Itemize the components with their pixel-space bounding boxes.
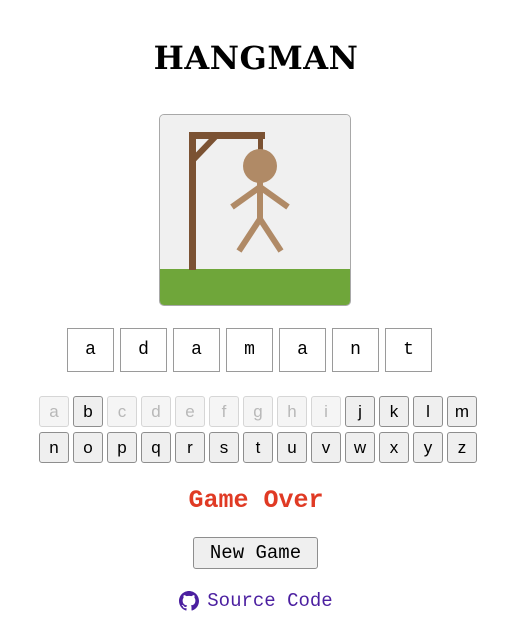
key-r[interactable]: r — [175, 432, 205, 463]
source-code-label: Source Code — [207, 590, 333, 612]
grass — [160, 269, 350, 305]
hangman-drawing — [159, 114, 351, 306]
word-letter: n — [332, 328, 379, 372]
key-d: d — [141, 396, 171, 427]
gallows-svg — [160, 115, 350, 305]
key-q[interactable]: q — [141, 432, 171, 463]
key-j[interactable]: j — [345, 396, 375, 427]
key-g: g — [243, 396, 273, 427]
key-x[interactable]: x — [379, 432, 409, 463]
keyboard-row-2: nopqrstuvwxyz — [39, 432, 477, 463]
key-l[interactable]: l — [413, 396, 443, 427]
word-letter: m — [226, 328, 273, 372]
figure-head — [243, 149, 277, 183]
word-display: a d a m a n t — [67, 328, 432, 374]
key-s[interactable]: s — [209, 432, 239, 463]
key-i: i — [311, 396, 341, 427]
github-icon — [179, 591, 200, 611]
gallows-rope — [258, 132, 263, 150]
key-f: f — [209, 396, 239, 427]
word-letter: t — [385, 328, 432, 372]
key-u[interactable]: u — [277, 432, 307, 463]
game-status: Game Over — [188, 486, 324, 515]
key-m[interactable]: m — [447, 396, 477, 427]
key-a: a — [39, 396, 69, 427]
key-o[interactable]: o — [73, 432, 103, 463]
key-t[interactable]: t — [243, 432, 273, 463]
gallows-beam — [189, 132, 265, 139]
key-h: h — [277, 396, 307, 427]
source-code-link[interactable]: Source Code — [0, 590, 512, 612]
key-w[interactable]: w — [345, 432, 375, 463]
word-letter: d — [120, 328, 167, 372]
gallows-post — [189, 132, 196, 270]
new-game-button[interactable]: New Game — [193, 537, 318, 569]
key-v[interactable]: v — [311, 432, 341, 463]
page-title: HANGMAN — [153, 39, 359, 77]
word-letter: a — [67, 328, 114, 372]
word-letter: a — [279, 328, 326, 372]
word-letter: a — [173, 328, 220, 372]
key-p[interactable]: p — [107, 432, 137, 463]
key-c: c — [107, 396, 137, 427]
key-e: e — [175, 396, 205, 427]
keyboard-row-1: abcdefghijklm — [39, 396, 477, 427]
key-y[interactable]: y — [413, 432, 443, 463]
key-n[interactable]: n — [39, 432, 69, 463]
key-z[interactable]: z — [447, 432, 477, 463]
key-b[interactable]: b — [73, 396, 103, 427]
key-k[interactable]: k — [379, 396, 409, 427]
